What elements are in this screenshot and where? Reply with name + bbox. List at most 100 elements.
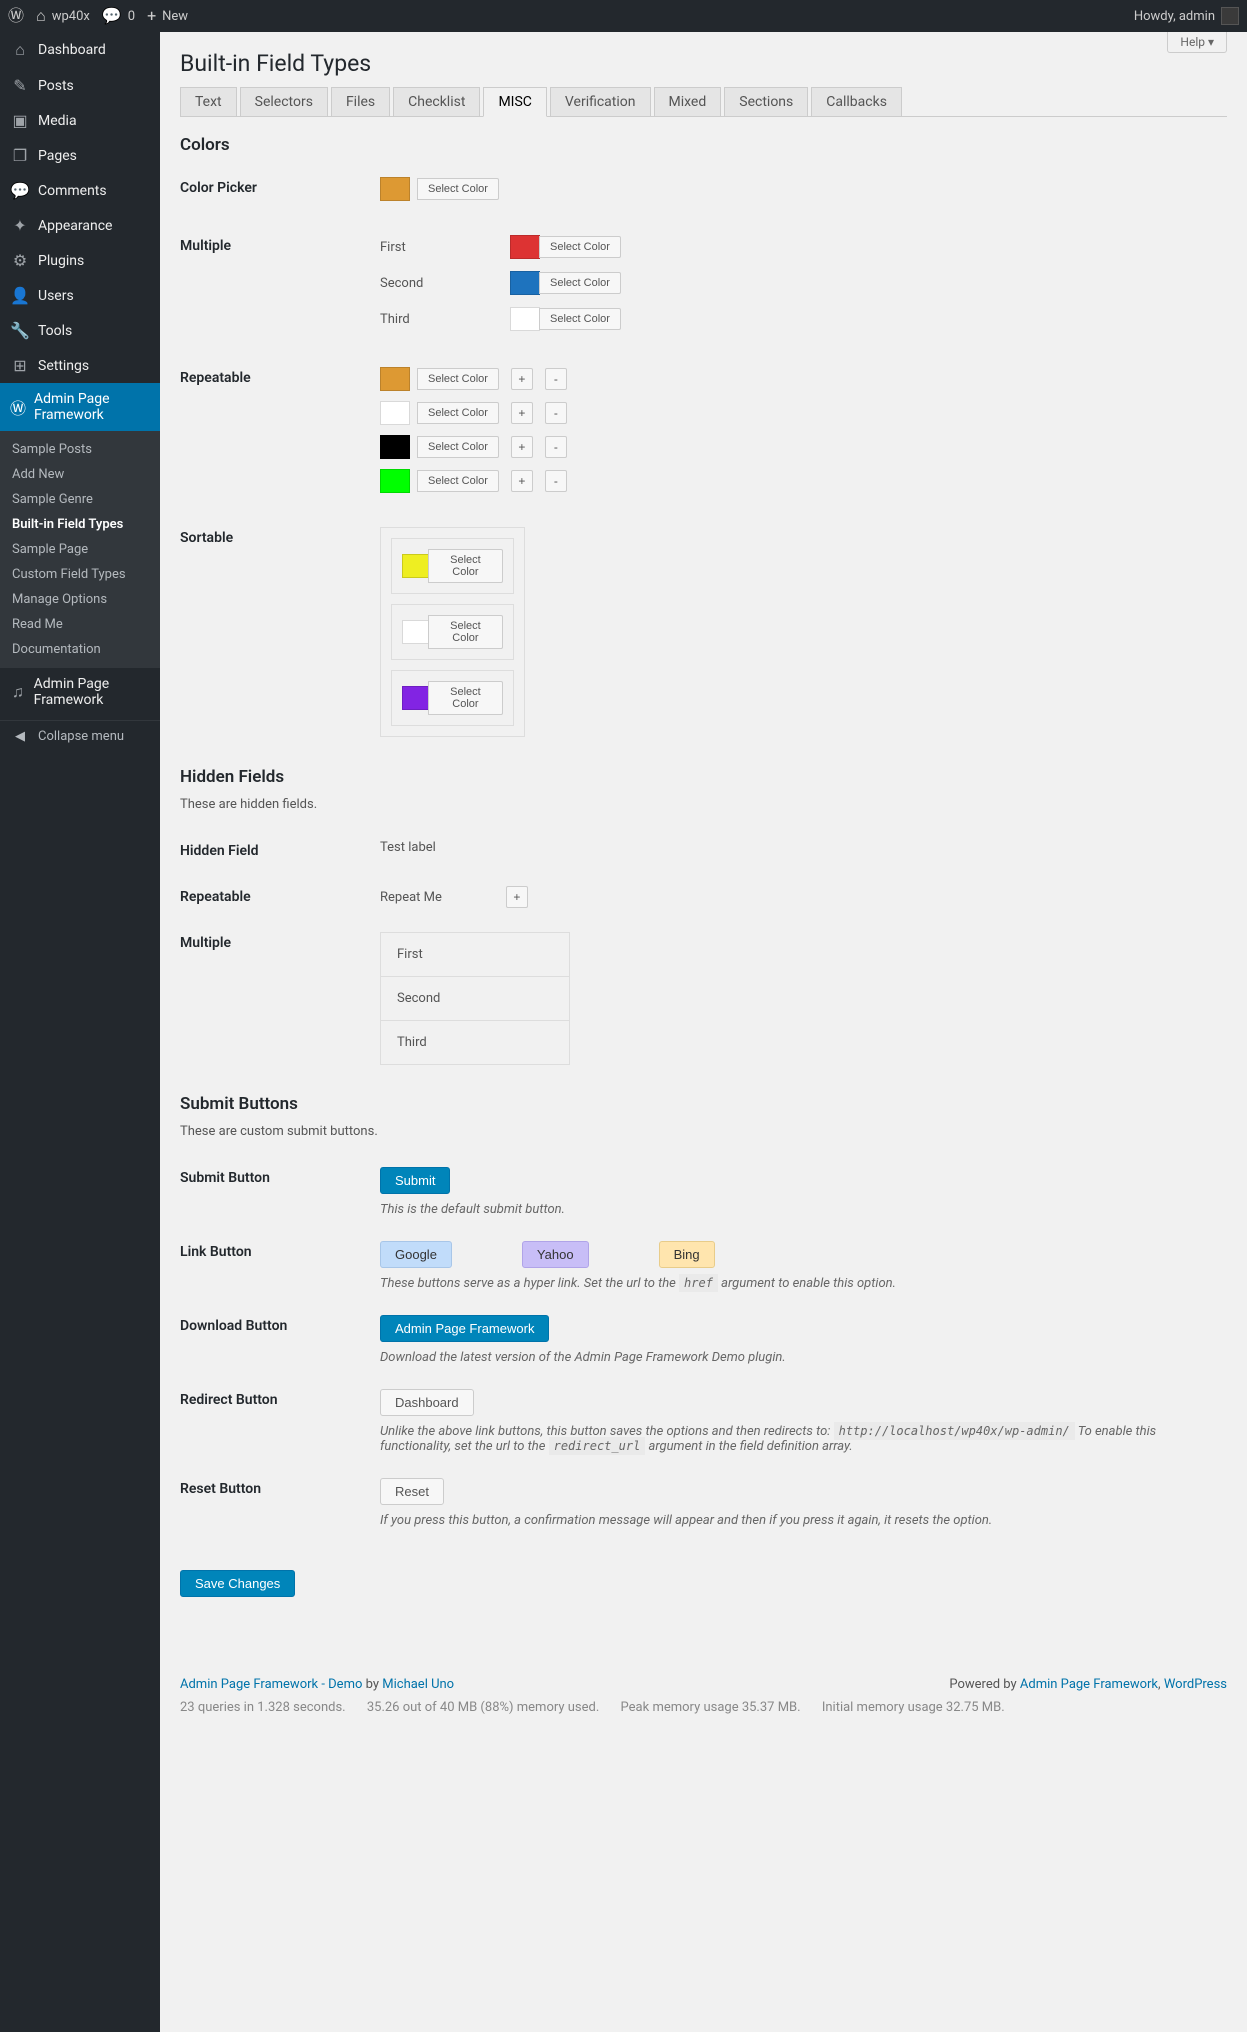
howdy-account[interactable]: Howdy, admin (1134, 7, 1239, 25)
sidebar-item-pages[interactable]: ❐Pages (0, 138, 160, 173)
remove-button[interactable]: - (545, 368, 567, 390)
submit-button-desc: This is the default submit button. (380, 1202, 1227, 1217)
color-swatch[interactable] (402, 554, 429, 578)
multi-color-label: First (380, 240, 440, 255)
select-color-button[interactable]: Select Color (539, 308, 621, 330)
sidebar-item-plugins[interactable]: ⚙Plugins (0, 243, 160, 278)
add-button[interactable]: + (511, 436, 533, 458)
select-color-button[interactable]: Select Color (417, 402, 499, 424)
collapse-menu[interactable]: ◀ Collapse menu (0, 720, 160, 752)
tab-checklist[interactable]: Checklist (393, 87, 480, 116)
site-name[interactable]: ⌂wp40x (36, 8, 90, 24)
tab-misc[interactable]: MISC (483, 87, 546, 117)
color-swatch[interactable] (380, 435, 410, 459)
menu-label: Posts (38, 78, 74, 94)
tab-text[interactable]: Text (180, 87, 237, 116)
sidebar-item-media[interactable]: ▣Media (0, 103, 160, 138)
tab-files[interactable]: Files (331, 87, 390, 116)
sortable-color-item[interactable]: Select Color (391, 604, 514, 660)
sidebar-item-tools[interactable]: 🔧Tools (0, 313, 160, 348)
add-button[interactable]: + (511, 470, 533, 492)
select-color-button[interactable]: Select Color (417, 178, 499, 200)
avatar (1221, 7, 1239, 25)
hidden-multiple-item[interactable]: Second (380, 976, 570, 1021)
howdy-text: Howdy, admin (1134, 9, 1215, 24)
comments-link[interactable]: 💬0 (102, 8, 135, 24)
redirect-button[interactable]: Dashboard (380, 1389, 474, 1416)
sidebar-item-posts[interactable]: ✎Posts (0, 68, 160, 103)
tab-sections[interactable]: Sections (724, 87, 808, 116)
select-color-button[interactable]: Select Color (539, 236, 621, 258)
select-color-button[interactable]: Select Color (417, 436, 499, 458)
tab-mixed[interactable]: Mixed (654, 87, 722, 116)
remove-button[interactable]: - (545, 436, 567, 458)
color-swatch[interactable] (510, 307, 540, 331)
select-color-button[interactable]: Select Color (428, 549, 503, 583)
menu-icon: ✦ (10, 216, 30, 235)
submenu-manage-options[interactable]: Manage Options (0, 587, 160, 612)
section-submit-title: Submit Buttons (180, 1094, 1227, 1114)
color-swatch[interactable] (402, 686, 429, 710)
sortable-color-item[interactable]: Select Color (391, 670, 514, 726)
sidebar-item-appearance[interactable]: ✦Appearance (0, 208, 160, 243)
sidebar-item-users[interactable]: 👤Users (0, 278, 160, 313)
color-swatch[interactable] (380, 469, 410, 493)
submenu-sample-page[interactable]: Sample Page (0, 537, 160, 562)
add-button[interactable]: + (511, 402, 533, 424)
submit-button[interactable]: Submit (380, 1167, 450, 1194)
collapse-label: Collapse menu (38, 729, 124, 744)
sidebar-item-settings[interactable]: ⊞Settings (0, 348, 160, 383)
select-color-button[interactable]: Select Color (428, 681, 503, 715)
color-swatch[interactable] (510, 271, 540, 295)
select-color-button[interactable]: Select Color (428, 615, 503, 649)
select-color-button[interactable]: Select Color (539, 272, 621, 294)
sortable-color-item[interactable]: Select Color (391, 538, 514, 594)
select-color-button[interactable]: Select Color (417, 470, 499, 492)
footer-demo-link[interactable]: Admin Page Framework - Demo (180, 1677, 362, 1692)
google-button[interactable]: Google (380, 1241, 452, 1268)
save-changes-button[interactable]: Save Changes (180, 1570, 295, 1597)
color-swatch[interactable] (380, 367, 410, 391)
download-button[interactable]: Admin Page Framework (380, 1315, 549, 1342)
yahoo-button[interactable]: Yahoo (522, 1241, 589, 1268)
bing-button[interactable]: Bing (659, 1241, 715, 1268)
tab-verification[interactable]: Verification (550, 87, 651, 116)
footer-apf-link[interactable]: Admin Page Framework (1020, 1677, 1158, 1692)
remove-button[interactable]: - (545, 402, 567, 424)
color-swatch[interactable] (380, 401, 410, 425)
submenu-sample-posts[interactable]: Sample Posts (0, 437, 160, 462)
color-swatch[interactable] (510, 235, 540, 259)
link-button-desc: These buttons serve as a hyper link. Set… (380, 1276, 1227, 1291)
wp-logo[interactable]: Ⓦ (8, 8, 24, 24)
menu-icon: ⌂ (10, 40, 30, 60)
sidebar-item-admin-page-framework[interactable]: ⓌAdmin Page Framework (0, 383, 160, 431)
add-repeat-button[interactable]: + (506, 886, 528, 908)
tab-selectors[interactable]: Selectors (240, 87, 328, 116)
hidden-multiple-item[interactable]: Third (380, 1020, 570, 1065)
remove-button[interactable]: - (545, 470, 567, 492)
help-tab[interactable]: Help ▾ (1167, 32, 1227, 53)
sidebar-item-dashboard[interactable]: ⌂Dashboard (0, 32, 160, 68)
menu-icon: Ⓦ (10, 395, 26, 419)
hidden-field-value: Test label (380, 840, 436, 855)
select-color-button[interactable]: Select Color (417, 368, 499, 390)
submenu-read-me[interactable]: Read Me (0, 612, 160, 637)
footer-wp-link[interactable]: WordPress (1164, 1677, 1227, 1692)
home-icon: ⌂ (36, 8, 46, 24)
page-title: Built-in Field Types (180, 32, 1227, 87)
new-content[interactable]: +New (147, 8, 188, 24)
color-swatch[interactable] (402, 620, 429, 644)
hidden-multiple-item[interactable]: First (380, 932, 570, 977)
sidebar-item-comments[interactable]: 💬Comments (0, 173, 160, 208)
submenu-custom-field-types[interactable]: Custom Field Types (0, 562, 160, 587)
add-button[interactable]: + (511, 368, 533, 390)
sidebar-item-secondary[interactable]: ♫ Admin Page Framework (0, 668, 160, 716)
reset-button[interactable]: Reset (380, 1478, 444, 1505)
tab-callbacks[interactable]: Callbacks (811, 87, 902, 116)
color-swatch[interactable] (380, 177, 410, 201)
submenu-documentation[interactable]: Documentation (0, 637, 160, 662)
submenu-add-new[interactable]: Add New (0, 462, 160, 487)
submenu-sample-genre[interactable]: Sample Genre (0, 487, 160, 512)
submenu-built-in-field-types[interactable]: Built-in Field Types (0, 512, 160, 537)
footer-author-link[interactable]: Michael Uno (382, 1677, 454, 1692)
